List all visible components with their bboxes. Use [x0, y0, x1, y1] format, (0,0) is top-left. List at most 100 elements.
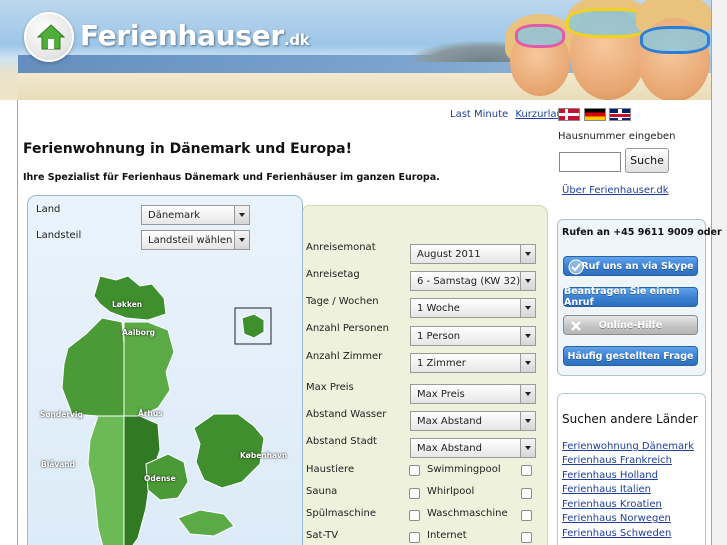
logo-name: Ferienhauser — [80, 19, 284, 52]
anreisemonat-select[interactable]: August 2011 — [410, 244, 536, 264]
chevron-down-icon — [234, 206, 249, 224]
landsteil-select[interactable]: Landsteil wählen — [141, 230, 250, 250]
house-icon — [37, 24, 65, 50]
logo-tld: .dk — [283, 31, 310, 49]
field-label: Anzahl Personen — [306, 323, 389, 334]
spuelmaschine-checkbox[interactable] — [409, 510, 420, 521]
page: Ferienhauser.dk Last Minute Kurzurlaub F… — [0, 0, 727, 545]
house-number-input[interactable] — [559, 152, 621, 172]
waschmaschine-checkbox[interactable] — [521, 510, 532, 521]
skype-call-button[interactable]: Ruf uns an via Skype — [563, 256, 698, 276]
chevron-down-icon — [520, 385, 535, 403]
city-label[interactable]: Århus — [138, 409, 163, 418]
region-syddanmark-west[interactable] — [87, 415, 125, 545]
country-link[interactable]: Ferienhaus Kroatien — [562, 499, 662, 510]
anzahl-zimmer-select[interactable]: 1 Zimmer — [410, 353, 536, 373]
about-link[interactable]: Über Ferienhauser.dk — [562, 185, 669, 196]
request-call-button[interactable]: Beantragen Sie einen Anruf — [563, 286, 698, 308]
flag-de-icon[interactable] — [584, 108, 606, 121]
internet-checkbox[interactable] — [521, 532, 532, 543]
field-label: Anreisemonat — [306, 242, 376, 253]
checkbox-label: Haustiere — [306, 464, 355, 475]
land-select[interactable]: Dänemark — [141, 205, 250, 225]
flag-dk-icon[interactable] — [558, 108, 580, 121]
landsteil-select-value: Landsteil wählen — [148, 235, 233, 246]
region-lolland[interactable] — [177, 509, 235, 537]
close-icon — [571, 321, 581, 331]
other-countries-title: Suchen andere Länder — [562, 412, 698, 426]
page-title: Ferienwohnung in Dänemark und Europa! — [23, 141, 352, 157]
city-label[interactable]: Aalborg — [122, 328, 155, 337]
chevron-down-icon — [520, 245, 535, 263]
top-links: Last Minute Kurzurlaub — [450, 109, 573, 120]
header-banner: Ferienhauser.dk — [0, 0, 727, 100]
field-label: Abstand Wasser — [306, 409, 387, 420]
whirlpool-checkbox[interactable] — [521, 488, 532, 499]
max-preis-select[interactable]: Max Preis — [410, 384, 536, 404]
anzahl-personen-select[interactable]: 1 Person — [410, 326, 536, 346]
goggles-icon — [515, 24, 565, 48]
field-label: Max Preis — [306, 382, 354, 393]
chevron-down-icon — [520, 354, 535, 372]
faq-button[interactable]: Häufig gestellten Frage — [563, 346, 698, 366]
field-label: Anzahl Zimmer — [306, 351, 383, 362]
last-minute-link[interactable]: Last Minute — [450, 109, 508, 120]
skype-icon — [568, 259, 584, 275]
city-label[interactable]: København — [240, 451, 287, 460]
button-label: Online-Hilfe — [598, 319, 663, 331]
swimmingpool-checkbox[interactable] — [521, 465, 532, 476]
region-midtjylland-west[interactable] — [61, 317, 125, 417]
abstand-stadt-select[interactable]: Max Abstand — [410, 438, 536, 458]
select-value: Max Preis — [417, 389, 465, 400]
chevron-down-icon — [520, 272, 535, 290]
goggles-icon — [640, 26, 710, 54]
flag-uk-icon[interactable] — [609, 108, 631, 121]
city-label[interactable]: Blåvand — [41, 460, 75, 469]
logo-circle[interactable] — [24, 12, 74, 62]
country-link[interactable]: Ferienhaus Schweden — [562, 528, 671, 539]
select-value: Max Abstand — [417, 443, 482, 454]
button-label: Häufig gestellten Frage — [567, 350, 694, 362]
checkbox-label: Waschmaschine — [427, 508, 508, 519]
frame-border-left — [17, 100, 18, 545]
tage-wochen-select[interactable]: 1 Woche — [410, 298, 536, 318]
city-label[interactable]: Løkken — [112, 300, 142, 309]
denmark-map[interactable] — [28, 268, 303, 545]
button-label: Ruf uns an via Skype — [581, 260, 694, 272]
chevron-down-icon — [520, 412, 535, 430]
haustiere-checkbox[interactable] — [409, 465, 420, 476]
page-gutter — [712, 0, 727, 545]
country-link[interactable]: Ferienhaus Frankreich — [562, 455, 672, 466]
landsteil-label: Landsteil — [36, 230, 82, 241]
select-value: 1 Zimmer — [417, 358, 466, 369]
page-subtitle: Ihre Spezialist für Ferienhaus Dänemark … — [23, 172, 440, 183]
country-link[interactable]: Ferienhaus Norwegen — [562, 513, 671, 524]
city-label[interactable]: Odense — [144, 474, 176, 483]
select-value: 6 - Samstag (KW 32) — [417, 276, 521, 287]
region-bornholm[interactable] — [241, 313, 265, 339]
search-button[interactable]: Suche — [625, 148, 669, 173]
sauna-checkbox[interactable] — [409, 488, 420, 499]
sat-tv-checkbox[interactable] — [409, 532, 420, 543]
online-help-button[interactable]: Online-Hilfe — [563, 315, 698, 335]
chevron-down-icon — [520, 299, 535, 317]
checkbox-label: Spülmaschine — [306, 508, 376, 519]
land-select-value: Dänemark — [148, 210, 201, 221]
anreisetag-select[interactable]: 6 - Samstag (KW 32) — [410, 271, 536, 291]
country-link[interactable]: Ferienhaus Italien — [562, 484, 651, 495]
checkbox-label: Whirlpool — [427, 486, 475, 497]
field-label: Abstand Stadt — [306, 436, 377, 447]
select-value: 1 Person — [417, 331, 461, 342]
map-panel: Land Dänemark Landsteil Landsteil wählen — [27, 195, 303, 545]
country-link[interactable]: Ferienwohnung Dänemark — [562, 441, 694, 452]
region-nordjylland[interactable] — [93, 275, 167, 321]
house-number-label: Hausnummer eingeben — [558, 131, 676, 142]
abstand-wasser-select[interactable]: Max Abstand — [410, 411, 536, 431]
select-value: Max Abstand — [417, 416, 482, 427]
select-value: 1 Woche — [417, 303, 460, 314]
logo-text[interactable]: Ferienhauser.dk — [80, 19, 310, 52]
button-label: Beantragen Sie einen Anruf — [564, 286, 680, 308]
city-label[interactable]: Søndervig — [40, 410, 83, 419]
country-link[interactable]: Ferienhaus Holland — [562, 470, 658, 481]
checkbox-label: Sat-TV — [306, 530, 339, 541]
